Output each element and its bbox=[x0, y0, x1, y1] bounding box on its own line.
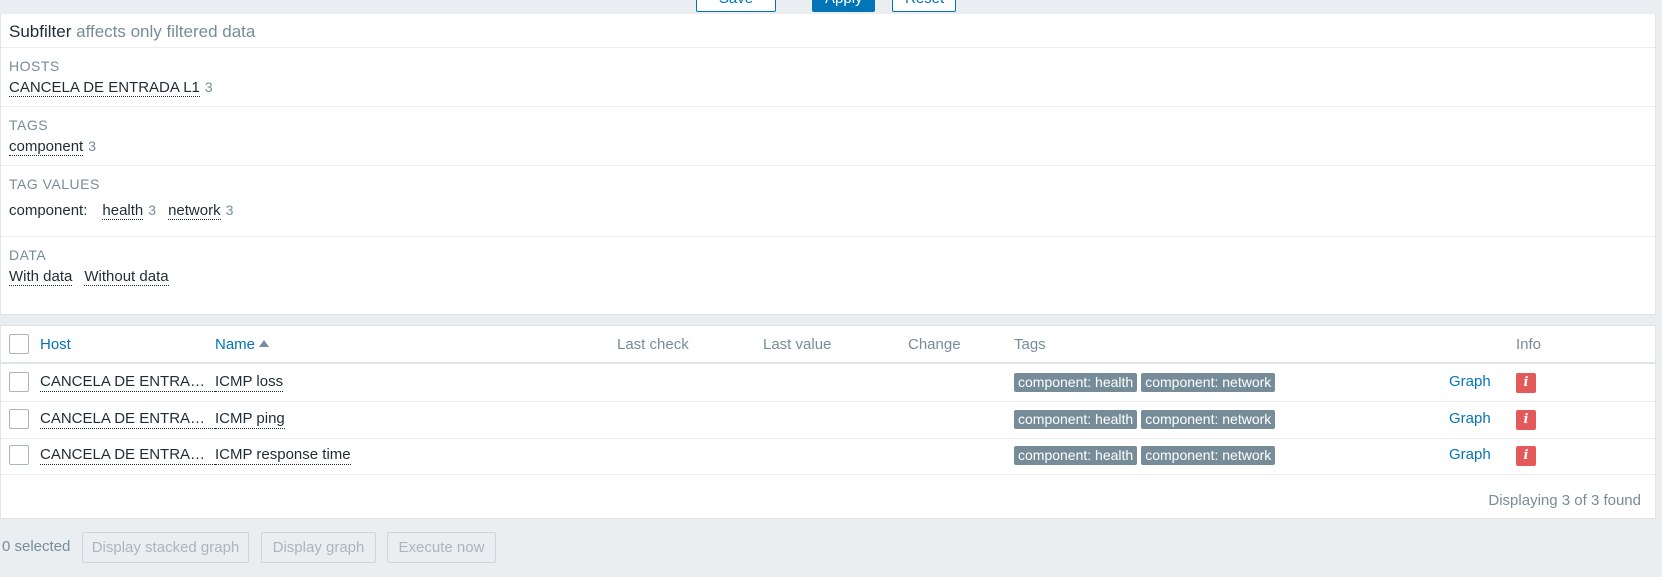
data-header: DATA bbox=[9, 247, 47, 263]
column-tags: Tags bbox=[1014, 336, 1046, 353]
reset-button[interactable]: Reset bbox=[892, 0, 956, 12]
subfilter-subtitle: affects only filtered data bbox=[76, 22, 256, 41]
subfilter-tag-value-network[interactable]: network bbox=[168, 202, 221, 220]
data-row: With data Without data bbox=[9, 268, 169, 286]
table-row: CANCELA DE ENTRADA L1 ICMP loss componen… bbox=[1, 364, 1655, 402]
table-header: Host Name Last check Last value Change T… bbox=[1, 326, 1655, 364]
display-graph-button[interactable]: Display graph bbox=[261, 532, 376, 563]
row-checkbox[interactable] bbox=[9, 445, 29, 465]
subfilter-host-count: 3 bbox=[204, 79, 213, 95]
sort-asc-icon bbox=[259, 340, 270, 347]
tags-row: component 3 bbox=[9, 138, 96, 156]
subfilter-tag-count: 3 bbox=[88, 138, 97, 154]
tag-values-group-label: component: bbox=[9, 202, 88, 219]
graph-link[interactable]: Graph bbox=[1449, 446, 1491, 463]
tag-badge[interactable]: component: network bbox=[1141, 446, 1276, 465]
tag-badge[interactable]: component: network bbox=[1141, 373, 1276, 392]
subfilter-tag-value-health[interactable]: health bbox=[102, 202, 144, 220]
row-checkbox[interactable] bbox=[9, 372, 29, 392]
column-name[interactable]: Name bbox=[215, 336, 270, 353]
subfilter-panel: Subfilter affects only filtered data HOS… bbox=[0, 14, 1656, 315]
save-as-button[interactable]: Save as bbox=[696, 0, 776, 31]
apply-button[interactable]: Apply bbox=[812, 0, 875, 12]
row-name-link[interactable]: ICMP ping bbox=[215, 410, 285, 429]
row-tags: component: health component: network bbox=[1014, 410, 1279, 429]
row-host-link[interactable]: CANCELA DE ENTRADA L1 bbox=[40, 410, 215, 429]
without-data-link[interactable]: Without data bbox=[84, 268, 169, 286]
subfilter-tags: TAGS component 3 bbox=[1, 106, 1655, 166]
hosts-header: HOSTS bbox=[9, 58, 60, 74]
tag-badge[interactable]: component: health bbox=[1014, 410, 1138, 429]
column-change: Change bbox=[908, 336, 961, 353]
tag-badge[interactable]: component: health bbox=[1014, 373, 1138, 392]
row-checkbox[interactable] bbox=[9, 409, 29, 429]
info-icon[interactable]: i bbox=[1516, 373, 1536, 393]
tags-header: TAGS bbox=[9, 117, 49, 133]
with-data-link[interactable]: With data bbox=[9, 268, 73, 286]
row-name-link[interactable]: ICMP response time bbox=[215, 446, 351, 465]
row-name-link[interactable]: ICMP loss bbox=[215, 373, 284, 392]
select-all-checkbox[interactable] bbox=[9, 334, 29, 354]
subfilter-title: Subfilter affects only filtered data bbox=[9, 22, 255, 42]
subfilter-hosts: HOSTS CANCELA DE ENTRADA L1 3 bbox=[1, 47, 1655, 107]
info-icon[interactable]: i bbox=[1516, 446, 1536, 466]
subfilter-title-text: Subfilter bbox=[9, 22, 72, 41]
subfilter-host-link[interactable]: CANCELA DE ENTRADA L1 bbox=[9, 79, 200, 97]
execute-now-button[interactable]: Execute now bbox=[387, 532, 496, 563]
table-row: CANCELA DE ENTRADA L1 ICMP ping componen… bbox=[1, 401, 1655, 439]
table-row: CANCELA DE ENTRADA L1 ICMP response time… bbox=[1, 437, 1655, 475]
tag-badge[interactable]: component: health bbox=[1014, 446, 1138, 465]
info-icon[interactable]: i bbox=[1516, 410, 1536, 430]
row-host-link[interactable]: CANCELA DE ENTRADA L1 bbox=[40, 446, 215, 465]
display-stacked-graph-button[interactable]: Display stacked graph bbox=[82, 532, 249, 563]
subfilter-tag-value-network-count: 3 bbox=[225, 202, 234, 218]
column-host[interactable]: Host bbox=[40, 336, 71, 353]
subfilter-data: DATA With data Without data bbox=[1, 236, 1655, 302]
row-tags: component: health component: network bbox=[1014, 373, 1279, 392]
tag-values-header: TAG VALUES bbox=[9, 176, 100, 192]
tag-values-row: component: health 3 network 3 bbox=[9, 202, 233, 220]
items-table: Host Name Last check Last value Change T… bbox=[0, 325, 1656, 519]
hosts-row: CANCELA DE ENTRADA L1 3 bbox=[9, 79, 213, 97]
info-cell: i bbox=[1516, 446, 1536, 466]
info-cell: i bbox=[1516, 410, 1536, 430]
subfilter-tag-values: TAG VALUES component: health 3 network 3 bbox=[1, 165, 1655, 237]
selected-count: 0 selected bbox=[2, 538, 71, 555]
graph-link[interactable]: Graph bbox=[1449, 373, 1491, 390]
row-host-link[interactable]: CANCELA DE ENTRADA L1 bbox=[40, 373, 215, 392]
column-last-check: Last check bbox=[617, 336, 689, 353]
subfilter-tag-link[interactable]: component bbox=[9, 138, 84, 156]
column-last-value: Last value bbox=[763, 336, 832, 353]
tag-badge[interactable]: component: network bbox=[1141, 410, 1276, 429]
row-tags: component: health component: network bbox=[1014, 446, 1279, 465]
column-name-label: Name bbox=[215, 336, 256, 353]
graph-link[interactable]: Graph bbox=[1449, 410, 1491, 427]
displaying-count: Displaying 3 of 3 found bbox=[1488, 492, 1641, 509]
column-info: Info bbox=[1516, 336, 1542, 353]
subfilter-tag-value-health-count: 3 bbox=[148, 202, 157, 218]
info-cell: i bbox=[1516, 373, 1536, 393]
mass-actions-bar: 0 selected Display stacked graph Display… bbox=[0, 532, 1662, 564]
